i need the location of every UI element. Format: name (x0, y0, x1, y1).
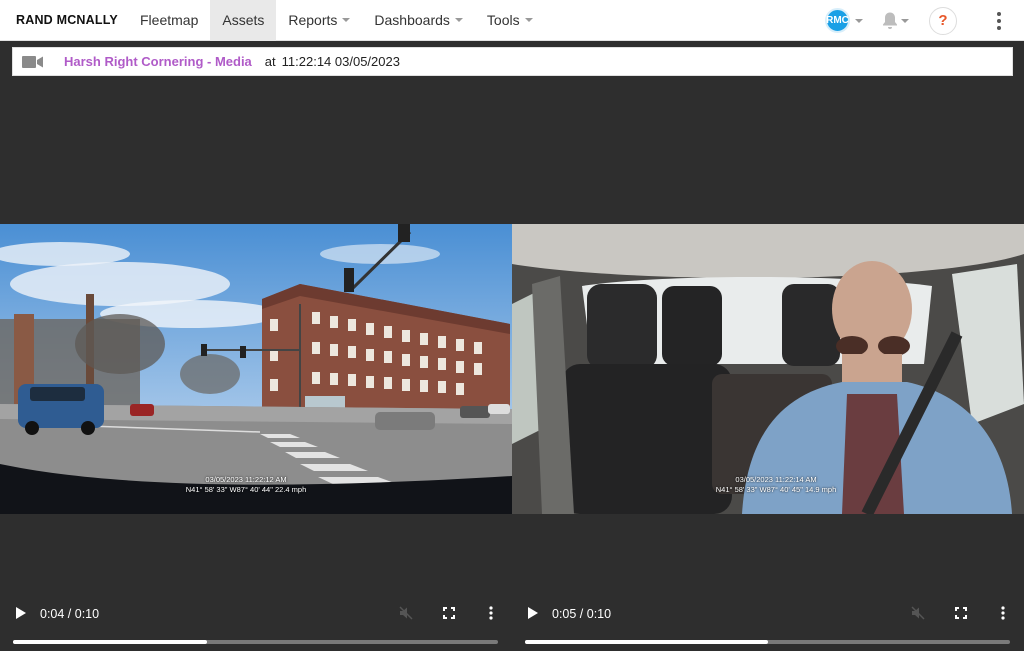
help-icon: ? (938, 12, 948, 29)
chevron-down-icon (524, 18, 533, 22)
nav-dashboards[interactable]: Dashboards (362, 0, 475, 41)
help-button[interactable]: ? (929, 6, 957, 35)
play-icon[interactable] (528, 607, 538, 619)
fullscreen-icon[interactable] (953, 605, 969, 621)
event-title-link[interactable]: Harsh Right Cornering - Media (64, 54, 252, 69)
road-video-progress[interactable] (13, 640, 498, 644)
nav-reports-label: Reports (288, 12, 338, 28)
road-video-controls: 0:04 / 0:10 (0, 591, 512, 651)
road-video-player[interactable]: 03/05/2023 11:22:12 AM N41° 58' 33" W87°… (0, 82, 512, 651)
road-video-progress-fill (13, 640, 207, 644)
driver-video-time: 0:05 / 0:10 (552, 607, 612, 621)
driver-overlay-text: 03/05/2023 11:22:14 AM N41° 58' 33" W87°… (686, 475, 866, 495)
driver-video-player[interactable]: 03/05/2023 11:22:14 AM N41° 58' 33" W87°… (512, 82, 1024, 651)
road-overlay-datetime: 03/05/2023 11:22:12 AM (205, 475, 287, 484)
bell-icon (883, 12, 897, 29)
nav-reports[interactable]: Reports (276, 0, 362, 41)
driver-video-progress[interactable] (525, 640, 1010, 644)
nav-fleetmap-label: Fleetmap (140, 12, 199, 28)
top-nav: RAND MCNALLY Fleetmap Assets Reports Das… (0, 0, 1024, 41)
road-overlay-text: 03/05/2023 11:22:12 AM N41° 58' 33" W87°… (156, 475, 336, 495)
nav-tools-label: Tools (486, 12, 520, 28)
chevron-down-icon (901, 18, 909, 23)
video-camera-icon (22, 55, 44, 69)
at-label: at (264, 54, 276, 69)
driver-overlay-datetime: 03/05/2023 11:22:14 AM (735, 475, 817, 484)
user-menu[interactable]: RMC (825, 8, 863, 33)
nav-dashboards-label: Dashboards (374, 12, 450, 28)
event-title-bar: Harsh Right Cornering - Media at 11:22:1… (12, 47, 1013, 76)
mute-icon[interactable] (910, 605, 926, 621)
nav-fleetmap[interactable]: Fleetmap (128, 0, 210, 41)
play-icon[interactable] (16, 607, 26, 619)
road-video-time: 0:04 / 0:10 (40, 607, 100, 621)
driver-video-progress-fill (525, 640, 768, 644)
avatar: RMC (825, 8, 850, 33)
nav-tools[interactable]: Tools (475, 0, 545, 41)
road-overlay-gps: N41° 58' 33" W87° 40' 44" 22.4 mph (185, 485, 307, 494)
chevron-down-icon (342, 18, 351, 22)
nav-assets[interactable]: Assets (210, 0, 277, 41)
driver-video-controls: 0:05 / 0:10 (512, 591, 1024, 651)
nav-assets-label: Assets (222, 12, 265, 28)
nav-right: RMC ? (825, 0, 1024, 41)
event-timestamp: 11:22:14 03/05/2023 (281, 54, 400, 69)
mute-icon[interactable] (398, 605, 414, 621)
brand-logo[interactable]: RAND MCNALLY (0, 13, 128, 27)
road-video-frame: 03/05/2023 11:22:12 AM N41° 58' 33" W87°… (0, 224, 512, 514)
notifications-button[interactable] (881, 11, 909, 30)
driver-video-frame: 03/05/2023 11:22:14 AM N41° 58' 33" W87°… (512, 224, 1024, 514)
more-vert-icon[interactable] (997, 11, 1001, 30)
more-vert-icon[interactable] (995, 605, 1011, 621)
chevron-down-icon (454, 18, 463, 22)
more-vert-icon[interactable] (483, 605, 499, 621)
driver-overlay-gps: N41° 58' 33" W87° 40' 45" 14.9 mph (715, 485, 837, 494)
fullscreen-icon[interactable] (441, 605, 457, 621)
chevron-down-icon (855, 18, 863, 23)
